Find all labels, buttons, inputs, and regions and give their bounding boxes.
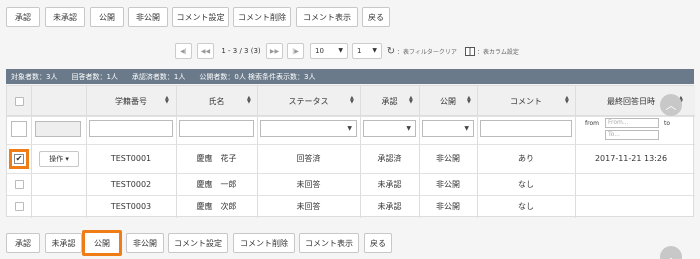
comment-show-button[interactable]: コメント表示 bbox=[296, 7, 358, 27]
row-checkbox[interactable] bbox=[15, 180, 24, 189]
per-page-select[interactable]: 10 ▼ bbox=[310, 43, 348, 59]
sort-icon[interactable]: ▲▼ bbox=[467, 96, 471, 105]
header-student-id[interactable]: 学籍番号 bbox=[86, 86, 176, 116]
cell-last-answer-date: 2017-11-21 13:26 bbox=[594, 154, 668, 163]
comment-settings-button[interactable]: コメント設定 bbox=[172, 7, 229, 27]
scroll-top-icon[interactable]: ︿ bbox=[660, 94, 682, 116]
filter-name-input[interactable] bbox=[179, 120, 254, 137]
page-value: 1 bbox=[357, 47, 362, 55]
cell-status: 回答済 bbox=[296, 154, 321, 163]
cell-approval: 承認済 bbox=[377, 154, 402, 163]
cell-publish: 非公開 bbox=[436, 201, 460, 211]
sort-icon[interactable]: ▲▼ bbox=[409, 96, 413, 105]
unpublish-button[interactable]: 非公開 bbox=[126, 233, 164, 253]
back-button[interactable]: 戻る bbox=[362, 7, 390, 27]
prev-page-icon[interactable]: ◀◀ bbox=[197, 43, 214, 59]
filter-status-select[interactable]: ▼ bbox=[260, 120, 357, 137]
cell-approval: 未承認 bbox=[377, 179, 402, 189]
filter-action-placeholder bbox=[35, 121, 81, 137]
publish-button[interactable]: 公開 bbox=[82, 230, 122, 256]
filter-checkbox-placeholder bbox=[11, 121, 27, 137]
filter-student-id-input[interactable] bbox=[89, 120, 173, 137]
comment-delete-button[interactable]: コメント削除 bbox=[233, 7, 291, 27]
cell-name: 慶應 次郎 bbox=[196, 201, 237, 211]
scroll-top-icon[interactable]: ︿ bbox=[660, 246, 682, 259]
sort-icon[interactable]: ▲▼ bbox=[247, 96, 251, 105]
first-page-icon[interactable]: ◀| bbox=[175, 43, 192, 59]
sort-icon[interactable]: ▲▼ bbox=[350, 96, 354, 105]
cell-student-id: TEST0002 bbox=[110, 179, 152, 189]
date-to-label: to bbox=[664, 119, 671, 127]
comment-settings-button[interactable]: コメント設定 bbox=[168, 233, 228, 253]
cell-status: 未回答 bbox=[296, 201, 321, 211]
unpublish-button[interactable]: 非公開 bbox=[128, 7, 168, 27]
cell-approval: 未承認 bbox=[377, 201, 402, 211]
cell-name: 慶應 一郎 bbox=[196, 179, 237, 189]
unapprove-button[interactable]: 未承認 bbox=[45, 7, 85, 27]
header-status[interactable]: ステータス bbox=[257, 86, 360, 116]
last-page-icon[interactable]: |▶ bbox=[287, 43, 304, 59]
cell-student-id: TEST0003 bbox=[110, 201, 152, 211]
page-select[interactable]: 1 ▼ bbox=[352, 43, 382, 59]
comment-show-button[interactable]: コメント表示 bbox=[299, 233, 359, 253]
comment-delete-button[interactable]: コメント削除 bbox=[233, 233, 295, 253]
row-action-button[interactable]: 操作 ▾ bbox=[39, 151, 79, 167]
row-checkbox[interactable] bbox=[15, 202, 24, 211]
refresh-icon[interactable]: ↻ bbox=[386, 43, 396, 59]
cell-status: 未回答 bbox=[296, 179, 321, 189]
publish-button[interactable]: 公開 bbox=[90, 7, 124, 27]
filter-comment-input[interactable] bbox=[480, 120, 572, 137]
columns-icon[interactable] bbox=[464, 44, 476, 58]
date-to-input[interactable]: To... bbox=[605, 130, 659, 140]
sort-icon[interactable]: ▲▼ bbox=[565, 96, 569, 105]
student-table: 学籍番号 氏名 ステータス 承認 公開 コメント 最終回答日時 ▲ ▼ ▲ ▼ ▲ ▼… bbox=[6, 85, 695, 218]
approve-button[interactable]: 承認 bbox=[6, 233, 40, 253]
page-info: 1 - 3 / 3 (3) bbox=[221, 47, 261, 55]
summary-bar: 対象者数：3人 回答者数：1人 承認済者数：1人 公開者数：0人 検索条件表示数… bbox=[6, 69, 694, 84]
per-page-value: 10 bbox=[315, 47, 324, 55]
next-page-icon[interactable]: ▶▶ bbox=[266, 43, 283, 59]
back-button[interactable]: 戻る bbox=[364, 233, 392, 253]
row-checkbox[interactable]: ✔ bbox=[14, 154, 24, 164]
select-all-checkbox[interactable] bbox=[15, 97, 24, 106]
filter-publish-select[interactable]: ▼ bbox=[422, 120, 474, 137]
approve-button[interactable]: 承認 bbox=[6, 7, 40, 27]
cell-comment: なし bbox=[518, 201, 534, 211]
cell-publish: 非公開 bbox=[436, 154, 460, 163]
date-from-input[interactable]: From... bbox=[605, 118, 659, 128]
filter-clear-label[interactable]: ：表フィルタークリア bbox=[397, 43, 457, 59]
cell-comment: なし bbox=[518, 179, 534, 189]
header-name[interactable]: 氏名 bbox=[176, 86, 257, 116]
filter-approval-select[interactable]: ▼ bbox=[363, 120, 416, 137]
column-settings-label[interactable]: ：表カラム設定 bbox=[477, 43, 519, 59]
cell-comment: あり bbox=[518, 154, 534, 163]
cell-name: 慶應 花子 bbox=[196, 154, 237, 163]
unapprove-button[interactable]: 未承認 bbox=[45, 233, 82, 253]
sort-icon[interactable]: ▲▼ bbox=[165, 96, 169, 105]
header-comment[interactable]: コメント bbox=[477, 86, 575, 116]
cell-publish: 非公開 bbox=[436, 179, 460, 189]
date-from-label: from bbox=[585, 119, 599, 127]
row-action-label: 操作 ▾ bbox=[49, 155, 69, 163]
cell-student-id: TEST0001 bbox=[110, 154, 152, 163]
